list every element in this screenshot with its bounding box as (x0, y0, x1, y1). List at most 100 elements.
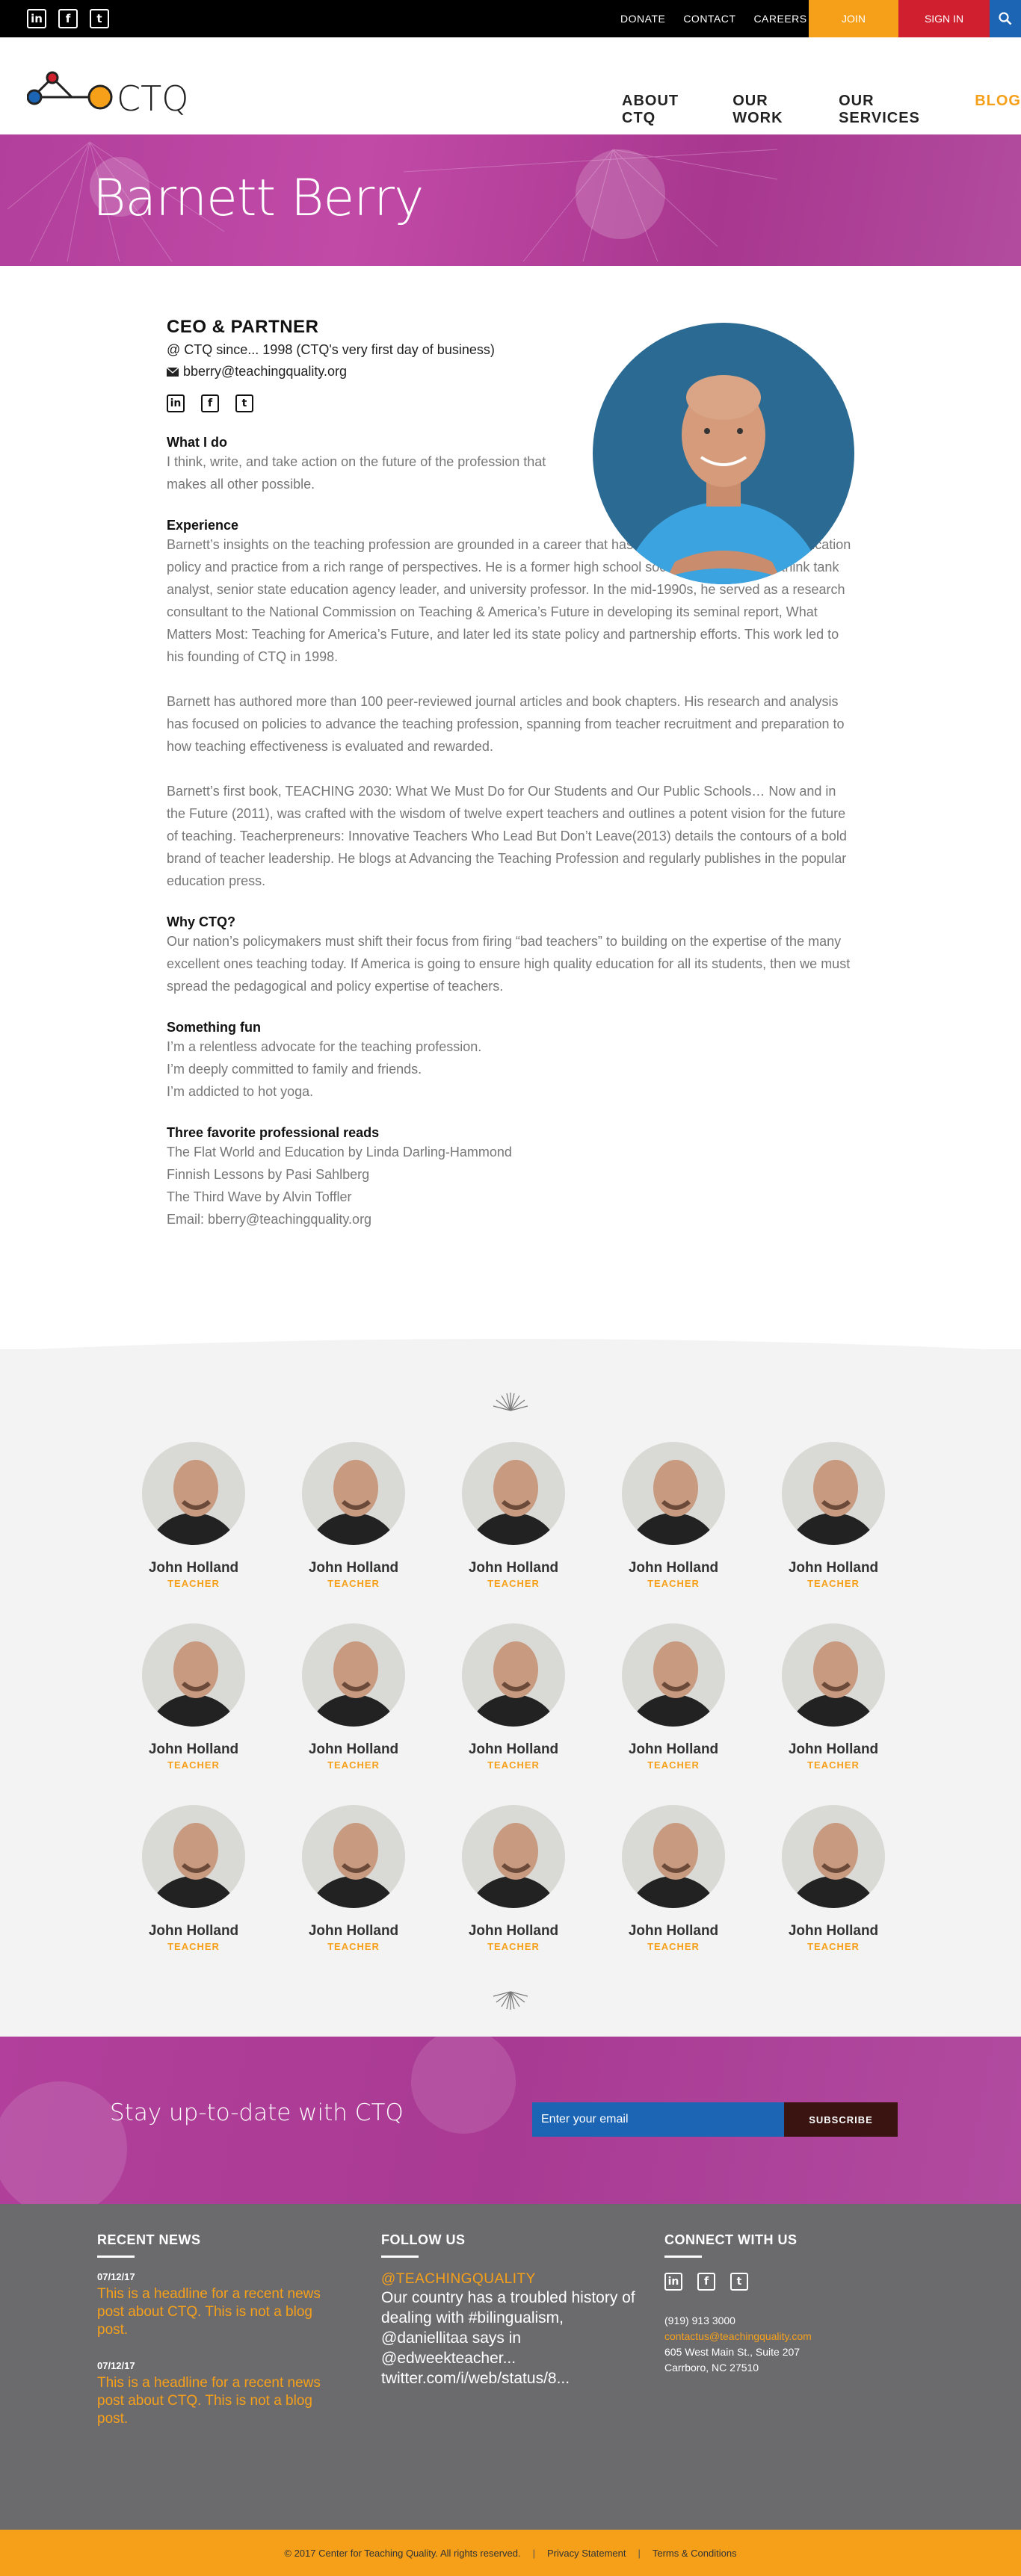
member-name[interactable]: John Holland (149, 1560, 238, 1576)
avatar[interactable] (782, 1623, 885, 1727)
search-button[interactable] (990, 0, 1021, 37)
avatar[interactable] (302, 1442, 405, 1545)
avatar[interactable] (462, 1805, 565, 1908)
subscribe-button[interactable]: SUBSCRIBE (784, 2102, 898, 2137)
site-footer: RECENT NEWS 07/12/17 This is a headline … (0, 2204, 1021, 2530)
member-role: TEACHER (327, 1578, 380, 1589)
team-member-card[interactable]: John Holland TEACHER (114, 1805, 274, 1952)
team-member-card[interactable]: John Holland TEACHER (753, 1623, 913, 1771)
nav-about[interactable]: ABOUT CTQ (622, 93, 715, 127)
twitter-handle-link[interactable]: @TEACHINGQUALITY (381, 2271, 635, 2288)
team-member-card[interactable]: John Holland TEACHER (753, 1805, 913, 1952)
join-button[interactable]: JOIN (809, 0, 898, 37)
copyright: © 2017 Center for Teaching Quality. All … (284, 2547, 521, 2559)
member-name[interactable]: John Holland (469, 1560, 558, 1576)
section-heading: Three favorite professional reads (167, 1125, 380, 1140)
avatar[interactable] (462, 1623, 565, 1727)
team-member-card[interactable]: John Holland TEACHER (274, 1623, 434, 1771)
read-line: The Third Wave by Alvin Toffler (167, 1189, 352, 1204)
member-name[interactable]: John Holland (469, 1741, 558, 1758)
terms-link[interactable]: Terms & Conditions (653, 2548, 737, 2559)
section-something-fun: Something fun I’m a relentless advocate … (167, 1020, 1021, 1103)
sign-in-button[interactable]: SIGN IN (898, 0, 990, 37)
member-name[interactable]: John Holland (629, 1923, 718, 1939)
team-section: John Holland TEACHER John Holland TEACHER Jo… (0, 1339, 1021, 2037)
avatar[interactable] (622, 1623, 725, 1727)
member-name[interactable]: John Holland (789, 1741, 878, 1758)
heading-rule (664, 2255, 702, 2258)
team-member-card[interactable]: John Holland TEACHER (434, 1805, 593, 1952)
member-name[interactable]: John Holland (629, 1560, 718, 1576)
site-header: CTQ ABOUT CTQ OUR WORK OUR SERVICES BLOG (0, 37, 1021, 134)
donate-link[interactable]: DONATE (620, 13, 665, 25)
twitter-icon[interactable]: t (90, 9, 109, 28)
member-photo (622, 1623, 725, 1727)
news-headline-link[interactable]: This is a headline for a recent news pos… (97, 2374, 336, 2428)
member-name[interactable]: John Holland (309, 1923, 398, 1939)
email-field[interactable] (532, 2102, 784, 2137)
team-member-card[interactable]: John Holland TEACHER (114, 1442, 274, 1589)
connect-heading: CONNECT WITH US (664, 2232, 798, 2247)
section-text: Barnett’s first book, TEACHING 2030: Wha… (167, 784, 847, 888)
member-name[interactable]: John Holland (309, 1741, 398, 1758)
member-name[interactable]: John Holland (629, 1741, 718, 1758)
contact-link[interactable]: CONTACT (683, 13, 735, 25)
linkedin-icon[interactable]: in (664, 2273, 682, 2291)
avatar[interactable] (782, 1805, 885, 1908)
profile-social-links: in f t (167, 394, 1021, 412)
avatar[interactable] (142, 1623, 245, 1727)
avatar[interactable] (462, 1442, 565, 1545)
read-line: Email: bberry@teachingquality.org (167, 1212, 372, 1227)
ctq-logo[interactable]: CTQ (27, 67, 206, 120)
contact-email-link[interactable]: contactus@teachingquality.com (664, 2329, 812, 2344)
facebook-icon[interactable]: f (58, 9, 78, 28)
avatar[interactable] (782, 1442, 885, 1545)
twitter-icon[interactable]: t (730, 2273, 748, 2291)
contact-address-line: Carrboro, NC 27510 (664, 2362, 759, 2374)
fun-line: I’m deeply committed to family and frien… (167, 1062, 422, 1077)
member-photo (622, 1442, 725, 1545)
facebook-icon[interactable]: f (201, 394, 219, 412)
team-member-card[interactable]: John Holland TEACHER (753, 1442, 913, 1589)
page-title: Barnett Berry (93, 169, 424, 228)
avatar[interactable] (622, 1442, 725, 1545)
member-name[interactable]: John Holland (309, 1560, 398, 1576)
nav-blog[interactable]: BLOG (975, 93, 1021, 127)
avatar[interactable] (302, 1805, 405, 1908)
search-icon (999, 12, 1012, 25)
news-headline-link[interactable]: This is a headline for a recent news pos… (97, 2285, 336, 2339)
careers-link[interactable]: CAREERS (753, 13, 806, 25)
contact-phone[interactable]: (919) 913 3000 (664, 2313, 812, 2329)
nav-our-services[interactable]: OUR SERVICES (839, 93, 957, 127)
team-member-card[interactable]: John Holland TEACHER (434, 1623, 593, 1771)
linkedin-icon[interactable]: in (167, 394, 185, 412)
team-member-card[interactable]: John Holland TEACHER (114, 1623, 274, 1771)
member-name[interactable]: John Holland (149, 1741, 238, 1758)
profile-email-text[interactable]: bberry@teachingquality.org (183, 364, 347, 380)
avatar[interactable] (142, 1442, 245, 1545)
team-member-card[interactable]: John Holland TEACHER (434, 1442, 593, 1589)
team-member-card[interactable]: John Holland TEACHER (593, 1805, 753, 1952)
team-member-card[interactable]: John Holland TEACHER (274, 1442, 434, 1589)
profile-email[interactable]: bberry@teachingquality.org (167, 364, 1021, 380)
section-heading: Something fun (167, 1020, 261, 1035)
team-member-card[interactable]: John Holland TEACHER (593, 1442, 753, 1589)
read-line: The Flat World and Education by Linda Da… (167, 1145, 512, 1159)
privacy-link[interactable]: Privacy Statement (547, 2548, 626, 2559)
member-name[interactable]: John Holland (789, 1923, 878, 1939)
separator: | (532, 2547, 535, 2559)
member-name[interactable]: John Holland (469, 1923, 558, 1939)
avatar[interactable] (142, 1805, 245, 1908)
section-why-ctq: Why CTQ? Our nation’s policymakers must … (167, 914, 1021, 997)
member-name[interactable]: John Holland (789, 1560, 878, 1576)
section-heading: Why CTQ? (167, 914, 235, 929)
member-name[interactable]: John Holland (149, 1923, 238, 1939)
twitter-icon[interactable]: t (235, 394, 253, 412)
facebook-icon[interactable]: f (697, 2273, 715, 2291)
avatar[interactable] (622, 1805, 725, 1908)
avatar[interactable] (302, 1623, 405, 1727)
nav-our-work[interactable]: OUR WORK (732, 93, 821, 127)
team-member-card[interactable]: John Holland TEACHER (593, 1623, 753, 1771)
linkedin-icon[interactable]: in (27, 9, 46, 28)
team-member-card[interactable]: John Holland TEACHER (274, 1805, 434, 1952)
